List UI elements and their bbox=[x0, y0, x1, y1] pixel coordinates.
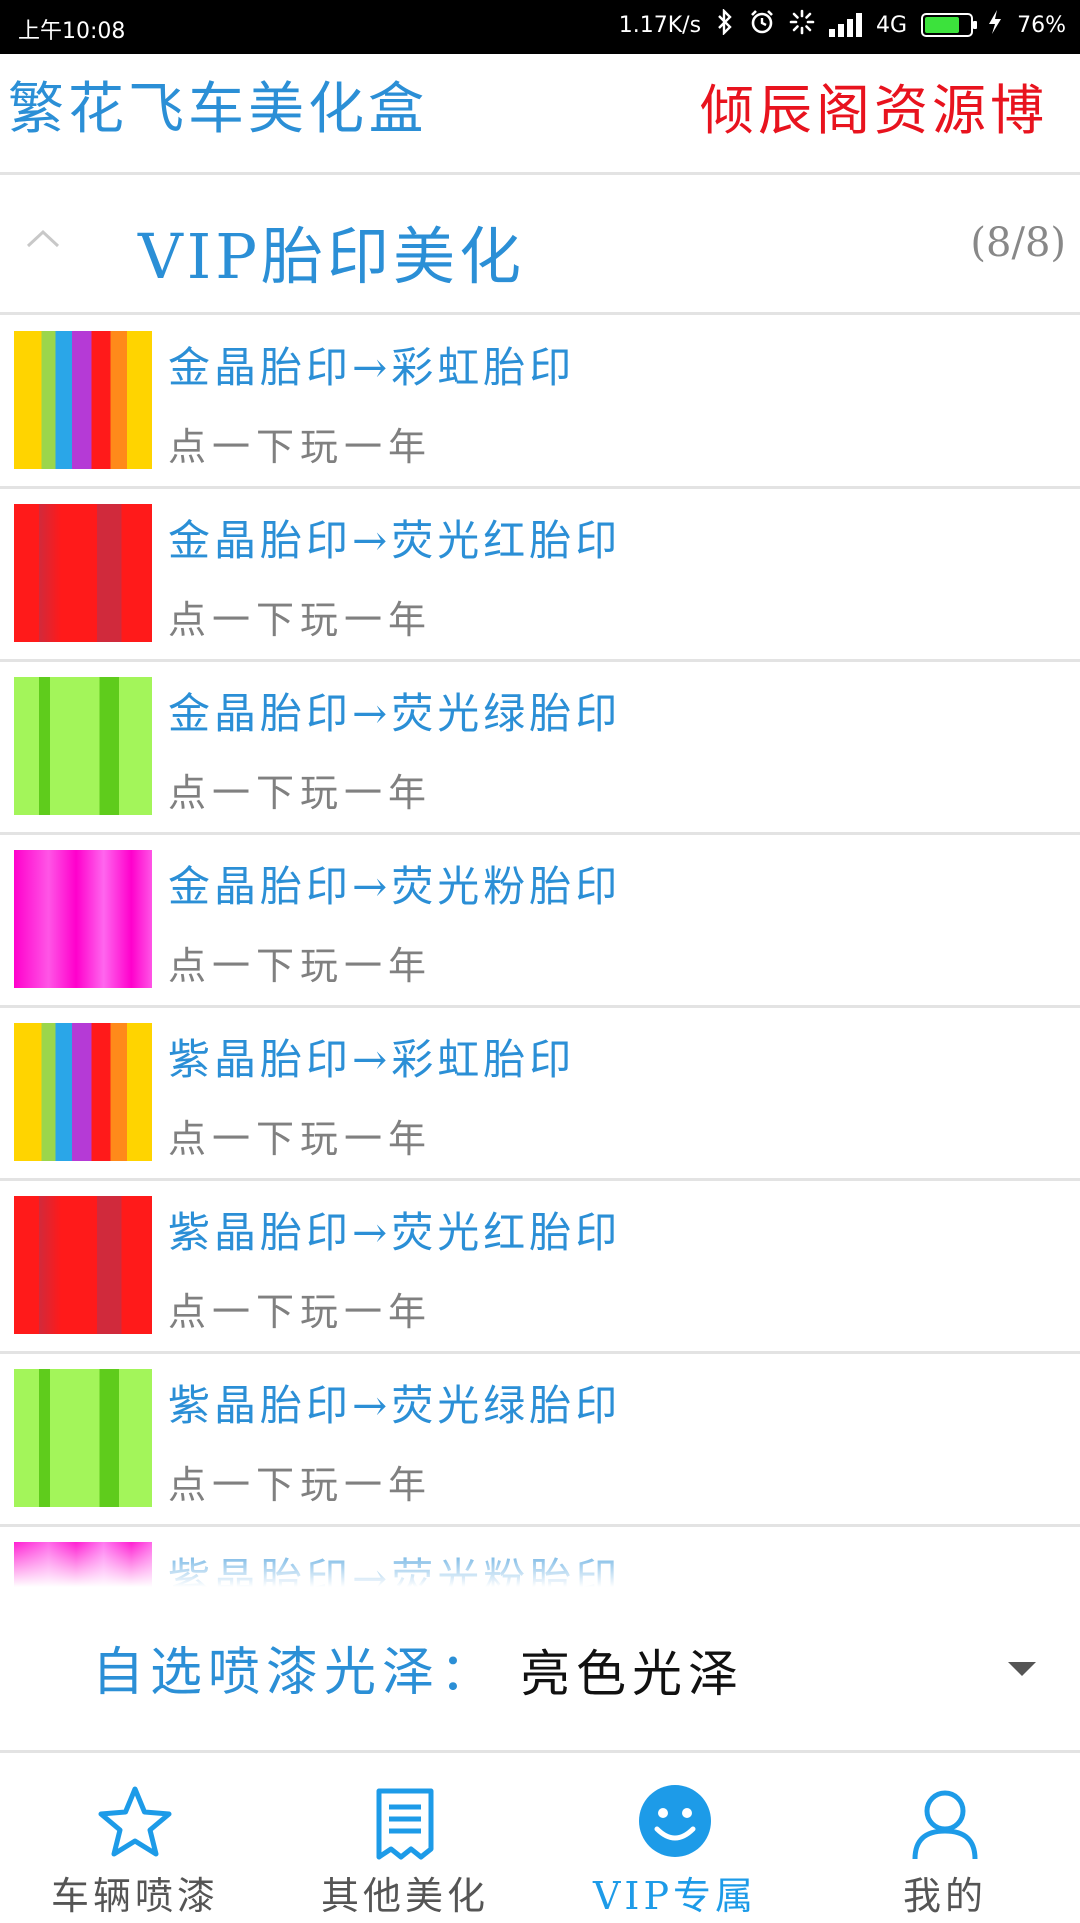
list-item[interactable]: 紫晶胎印→彩虹胎印点一下玩一年 bbox=[0, 1008, 1080, 1181]
item-title: 金晶胎印→荧光粉胎印 bbox=[168, 862, 622, 911]
charging-icon bbox=[987, 9, 1003, 41]
gloss-value: 亮色光泽 bbox=[520, 1645, 744, 1703]
swatch-thumbnail bbox=[14, 1196, 152, 1334]
star-icon bbox=[95, 1783, 175, 1863]
item-subtitle: 点一下玩一年 bbox=[168, 944, 433, 988]
item-title: 金晶胎印→荧光红胎印 bbox=[168, 516, 622, 565]
item-subtitle: 点一下玩一年 bbox=[168, 1290, 433, 1334]
list-item[interactable]: 紫晶胎印→荧光绿胎印点一下玩一年 bbox=[0, 1354, 1080, 1527]
nav-label: 其他美化 bbox=[320, 1874, 489, 1918]
swatch-thumbnail bbox=[14, 1369, 152, 1507]
loading-icon bbox=[789, 9, 815, 41]
nav-tab-mine[interactable]: 我的 bbox=[810, 1753, 1080, 1923]
battery-icon bbox=[921, 13, 978, 37]
nav-label: 我的 bbox=[902, 1874, 987, 1918]
dropdown-caret-icon[interactable] bbox=[1008, 1662, 1036, 1676]
item-subtitle: 点一下玩一年 bbox=[168, 598, 433, 642]
group-title: VIP胎印美化 bbox=[138, 220, 525, 293]
status-bar: 上午10:08 1.17K/s 4G 76% bbox=[0, 0, 1080, 54]
item-subtitle: 点一下玩一年 bbox=[168, 1117, 433, 1161]
group-count: (8/8) bbox=[970, 220, 1066, 266]
list-fade bbox=[0, 1536, 1080, 1596]
user-icon bbox=[905, 1783, 985, 1863]
item-title: 紫晶胎印→彩虹胎印 bbox=[168, 1035, 576, 1084]
nav-label: VIP专属 bbox=[592, 1874, 758, 1918]
net-speed: 1.17K/s bbox=[618, 12, 702, 38]
smiley-icon bbox=[635, 1783, 715, 1863]
divider bbox=[0, 312, 1080, 315]
list-item[interactable]: 金晶胎印→荧光绿胎印点一下玩一年 bbox=[0, 662, 1080, 835]
list-item[interactable]: 金晶胎印→荧光粉胎印点一下玩一年 bbox=[0, 835, 1080, 1008]
alarm-icon bbox=[749, 9, 775, 41]
app-title-marquee: 繁花飞车美化盒 bbox=[8, 77, 428, 142]
bluetooth-icon bbox=[715, 8, 735, 41]
item-subtitle: 点一下玩一年 bbox=[168, 425, 433, 469]
swatch-thumbnail bbox=[14, 331, 152, 469]
skin-list: 金晶胎印→彩虹胎印 点一下玩一年 金晶胎印→荧光红胎印 点一下玩一年 金晶胎印→荧光绿胎… bbox=[0, 316, 1080, 1596]
nav-tab-other[interactable]: 其他美化 bbox=[270, 1753, 540, 1923]
status-right: 1.17K/s 4G 76% bbox=[618, 8, 1066, 41]
status-time: 上午10:08 bbox=[18, 19, 126, 44]
gloss-label: 自选喷漆光泽： bbox=[92, 1643, 499, 1703]
gloss-selector-row: 自选喷漆光泽： 亮色光泽 bbox=[0, 1600, 1080, 1750]
gloss-dropdown[interactable]: 亮色光泽 bbox=[520, 1600, 1060, 1750]
nav-tab-car-paint[interactable]: 车辆喷漆 bbox=[0, 1753, 270, 1923]
swatch-thumbnail bbox=[14, 850, 152, 988]
marquee-banner: 繁花飞车美化盒 倾辰阁资源博 bbox=[0, 54, 1080, 172]
swatch-thumbnail bbox=[14, 1023, 152, 1161]
swatch-thumbnail bbox=[14, 677, 152, 815]
bottom-nav: 车辆喷漆 其他美化 VIP专属 我的 bbox=[0, 1750, 1080, 1920]
list-item[interactable]: 金晶胎印→荧光红胎印点一下玩一年 bbox=[0, 489, 1080, 662]
list-item[interactable]: 紫晶胎印→荧光红胎印点一下玩一年 bbox=[0, 1181, 1080, 1354]
group-header[interactable]: VIP胎印美化 (8/8) bbox=[0, 176, 1080, 312]
promo-marquee: 倾辰阁资源博 bbox=[700, 79, 1048, 142]
signal-icon bbox=[829, 13, 863, 37]
item-title: 紫晶胎印→荧光绿胎印 bbox=[168, 1381, 622, 1430]
list-item[interactable]: 金晶胎印→彩虹胎印点一下玩一年 bbox=[0, 316, 1080, 489]
chevron-up-icon[interactable] bbox=[26, 228, 60, 258]
item-subtitle: 点一下玩一年 bbox=[168, 771, 433, 815]
divider bbox=[0, 172, 1080, 175]
item-subtitle: 点一下玩一年 bbox=[168, 1463, 433, 1507]
battery-fill bbox=[925, 17, 959, 33]
network-type: 4G bbox=[876, 12, 908, 38]
battery-percent: 76% bbox=[1017, 12, 1066, 38]
item-title: 紫晶胎印→荧光红胎印 bbox=[168, 1208, 622, 1257]
nav-label: 车辆喷漆 bbox=[50, 1874, 219, 1918]
item-title: 金晶胎印→荧光绿胎印 bbox=[168, 689, 622, 738]
swatch-thumbnail bbox=[14, 504, 152, 642]
document-icon bbox=[365, 1783, 445, 1863]
nav-tab-vip[interactable]: VIP专属 bbox=[540, 1753, 810, 1923]
item-title: 金晶胎印→彩虹胎印 bbox=[168, 343, 576, 392]
